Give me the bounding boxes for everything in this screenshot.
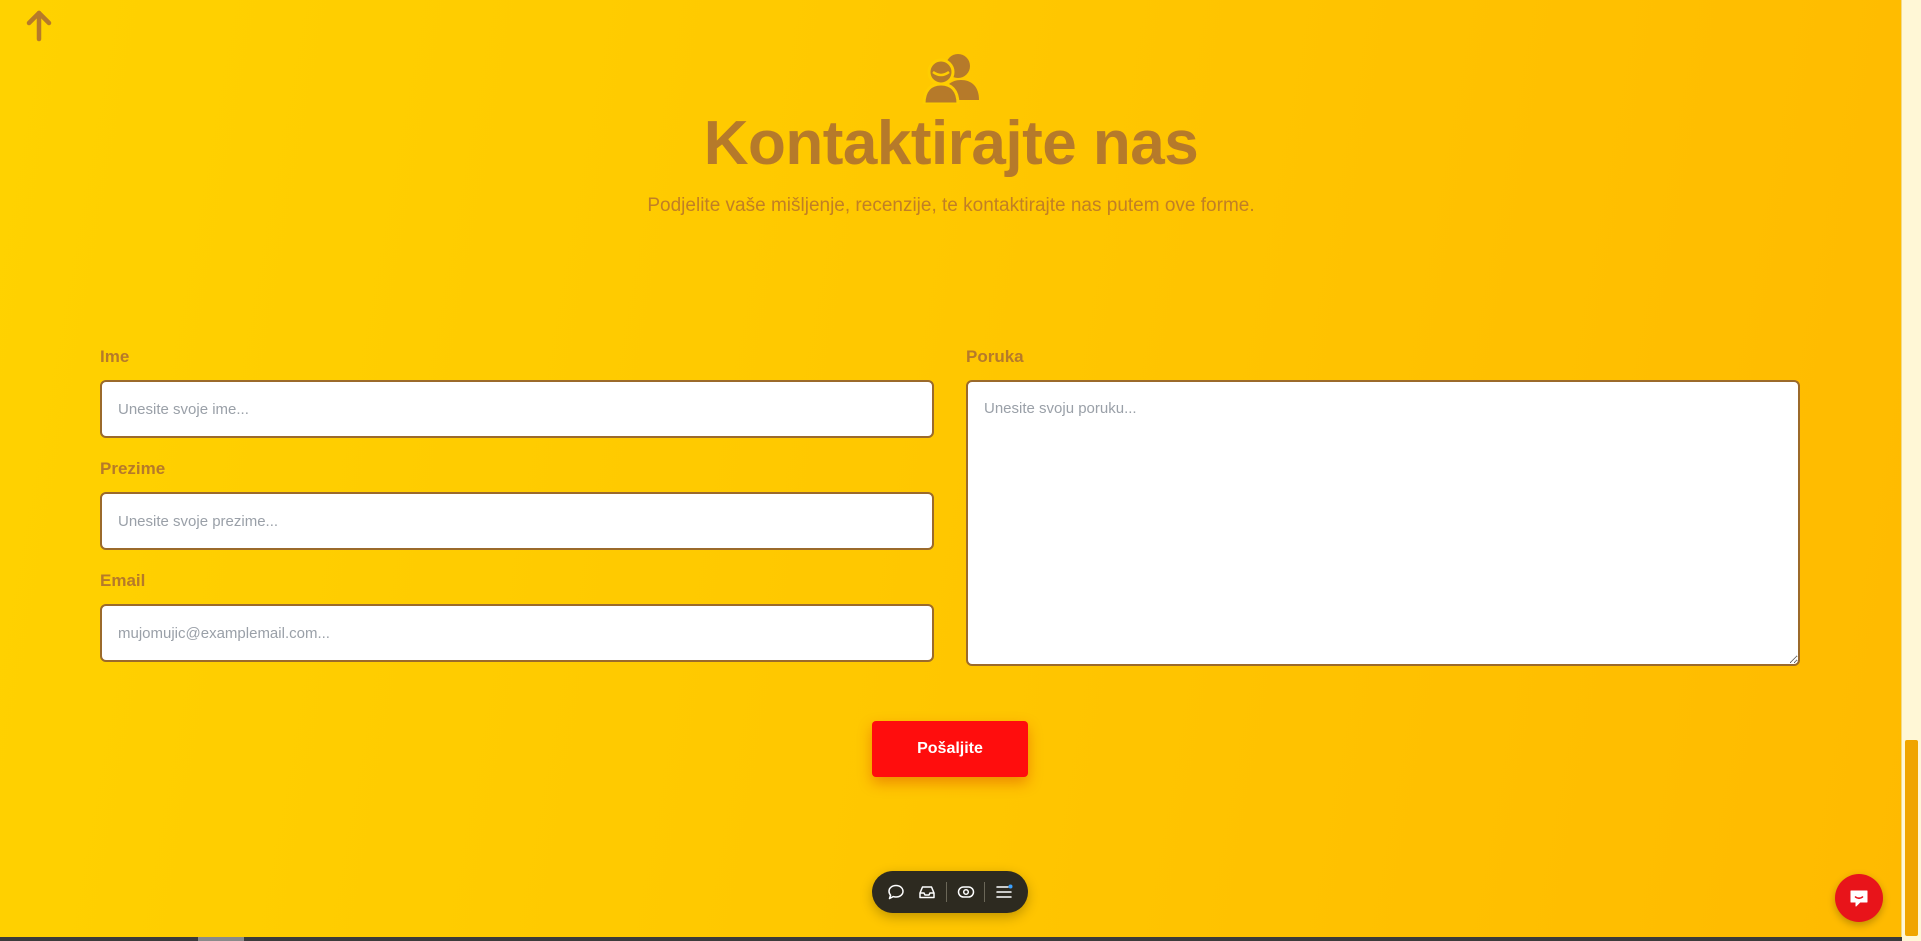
comment-button[interactable] (883, 879, 909, 905)
email-label: Email (100, 571, 146, 590)
first-name-label: Ime (100, 347, 130, 366)
scrollbar[interactable] (1901, 0, 1921, 941)
arrow-up-icon (26, 10, 52, 42)
page-subtitle: Podjelite vaše mišljenje, recenzije, te … (647, 195, 1255, 216)
message-label: Poruka (966, 347, 1024, 366)
menu-button[interactable] (991, 879, 1017, 905)
contact-header: Kontaktirajte nas Podjelite vaše mišljen… (0, 50, 1902, 218)
scrollbar-thumb[interactable] (1905, 740, 1918, 936)
last-name-input[interactable] (100, 492, 934, 550)
users-icon (922, 54, 979, 104)
message-textarea[interactable] (966, 380, 1800, 666)
toolbar-divider (946, 882, 948, 902)
toolbar-divider (984, 882, 986, 902)
bottom-bar (0, 937, 1902, 941)
inbox-icon (919, 886, 936, 899)
chat-icon (1850, 890, 1868, 907)
first-name-input[interactable] (100, 380, 934, 438)
chat-button[interactable] (1835, 874, 1883, 922)
page-title: Kontaktirajte nas (703, 109, 1199, 178)
eye-icon (957, 886, 975, 898)
comment-icon (888, 884, 904, 900)
bottom-bar-segment (198, 937, 244, 941)
menu-icon (996, 884, 1013, 898)
last-name-label: Prezime (100, 459, 166, 478)
email-input[interactable] (100, 604, 934, 662)
inbox-button[interactable] (914, 879, 940, 905)
floating-toolbar (872, 871, 1028, 913)
scroll-to-top-button[interactable] (22, 9, 56, 43)
preview-button[interactable] (953, 879, 979, 905)
submit-button[interactable]: Pošaljite (872, 721, 1028, 777)
